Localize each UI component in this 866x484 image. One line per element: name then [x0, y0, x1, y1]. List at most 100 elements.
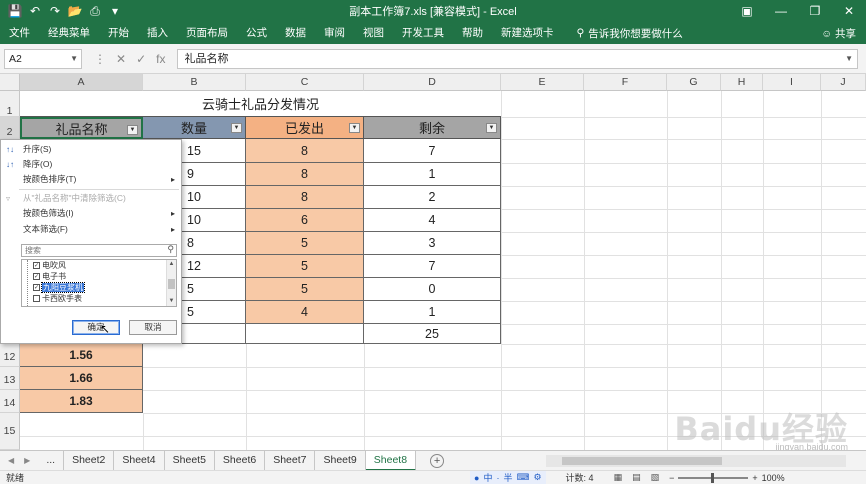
filter-dropdown-icon[interactable]: ▼ [127, 125, 138, 135]
clear-filter-item[interactable]: ▿ 从"礼品名称"中清除筛选(C) [1, 191, 181, 206]
page-break-view-icon[interactable]: ▧ [651, 472, 660, 483]
a-value-cell[interactable]: 1.83 [20, 390, 143, 413]
sheet-title-cell[interactable]: 云骑士礼品分发情况 [20, 91, 501, 117]
sheet-tab-sheet6[interactable]: Sheet6 [215, 450, 266, 471]
column-header-i[interactable]: I [763, 74, 821, 91]
remaining-total-cell[interactable]: 25 [364, 324, 501, 344]
checkbox-checked-icon[interactable]: ✓ [33, 284, 40, 291]
a-value-cell[interactable]: 1.66 [20, 367, 143, 390]
row-header-13[interactable]: 13 [0, 367, 20, 390]
select-all-corner[interactable] [0, 74, 20, 91]
sent-cell[interactable]: 6 [246, 209, 364, 232]
tab-review[interactable]: 审阅 [315, 22, 354, 44]
open-icon[interactable]: 📂 [66, 2, 84, 20]
page-layout-view-icon[interactable]: ▤ [632, 472, 641, 483]
formula-input[interactable]: 礼品名称 ▼ [177, 48, 858, 69]
sheet-tab-sheet2[interactable]: Sheet2 [64, 450, 115, 471]
column-header-e[interactable]: E [501, 74, 584, 91]
name-box[interactable]: A2 ▼ [4, 48, 82, 69]
checkbox-unchecked-icon[interactable] [33, 295, 40, 302]
ime-settings-icon[interactable]: ⚙ [533, 472, 541, 483]
checkbox-checked-icon[interactable]: ✓ [33, 262, 40, 269]
undo-icon[interactable]: ↶ [26, 2, 44, 20]
tab-page-layout[interactable]: 页面布局 [177, 22, 237, 44]
sent-cell[interactable]: 8 [246, 186, 364, 209]
column-header-c[interactable]: C [246, 74, 364, 91]
sheet-tab-sheet5[interactable]: Sheet5 [165, 450, 215, 471]
insert-function-icon[interactable]: fx [156, 52, 165, 66]
ok-button[interactable]: 确定 [72, 320, 120, 335]
add-sheet-icon[interactable]: + [430, 453, 445, 468]
tab-data[interactable]: 数据 [276, 22, 315, 44]
sent-cell[interactable]: 5 [246, 278, 364, 301]
filter-dropdown-icon[interactable]: ▼ [486, 123, 497, 133]
filter-search-input[interactable]: 搜索 ⚲ [21, 244, 177, 257]
horizontal-scrollbar[interactable] [546, 454, 846, 467]
zoom-slider[interactable] [678, 472, 749, 483]
sheet-prev-icon[interactable]: ◀ [8, 456, 14, 465]
sent-cell[interactable]: 8 [246, 163, 364, 186]
sheet-tab-sheet7[interactable]: Sheet7 [265, 450, 316, 471]
ribbon-display-icon[interactable]: ▣ [730, 0, 764, 22]
tell-me-search[interactable]: ⚲ 告诉我你想要做什么 [563, 26, 683, 41]
cancel-icon[interactable]: ✕ [116, 52, 126, 66]
restore-icon[interactable]: ❐ [798, 0, 832, 22]
remaining-cell[interactable]: 2 [364, 186, 501, 209]
zoom-out-icon[interactable]: − [669, 473, 674, 483]
enter-icon[interactable]: ✓ [136, 52, 146, 66]
customize-icon[interactable]: ▾ [106, 2, 124, 20]
filter-dropdown-icon[interactable]: ▼ [349, 123, 360, 133]
tab-classic-menu[interactable]: 经典菜单 [39, 22, 99, 44]
cancel-button[interactable]: 取消 [129, 320, 177, 335]
column-header-j[interactable]: J [821, 74, 866, 91]
sheet-tab-sheet4[interactable]: Sheet4 [114, 450, 165, 471]
minimize-icon[interactable]: — [764, 0, 798, 22]
sent-total-cell[interactable] [246, 324, 364, 344]
sort-descending-item[interactable]: ↓↑ 降序(O) [1, 157, 181, 172]
ime-punct[interactable]: · [496, 473, 499, 483]
sheet-tab-more[interactable]: ... [38, 450, 65, 471]
header-sent[interactable]: 已发出 ▼ [246, 117, 364, 139]
row-header-14[interactable]: 14 [0, 390, 20, 413]
sort-ascending-item[interactable]: ↑↓ 升序(S) [1, 142, 181, 157]
tab-insert[interactable]: 插入 [138, 22, 177, 44]
sent-cell[interactable]: 5 [246, 232, 364, 255]
expand-formula-icon[interactable]: ▼ [845, 50, 853, 68]
zoom-in-icon[interactable]: + [752, 473, 757, 483]
remaining-cell[interactable]: 4 [364, 209, 501, 232]
filter-value-item[interactable]: ✓ 电子书 [22, 271, 176, 282]
redo-icon[interactable]: ↷ [46, 2, 64, 20]
chevron-down-icon[interactable]: ▼ [70, 50, 78, 68]
checkbox-checked-icon[interactable]: ✓ [33, 273, 40, 280]
sheet-next-icon[interactable]: ▶ [24, 456, 30, 465]
ime-width[interactable]: 半 [503, 471, 512, 484]
a-value-cell[interactable]: 1.56 [20, 344, 143, 367]
share-button[interactable]: ☺ 共享 [821, 26, 866, 41]
column-header-f[interactable]: F [584, 74, 667, 91]
scroll-down-icon[interactable]: ▼ [167, 297, 176, 306]
sent-cell[interactable]: 8 [246, 139, 364, 163]
save-icon[interactable]: 💾 [6, 2, 24, 20]
scroll-thumb[interactable] [168, 279, 175, 289]
close-icon[interactable]: ✕ [832, 0, 866, 22]
sheet-tab-sheet9[interactable]: Sheet9 [315, 450, 366, 471]
ime-mode[interactable]: 中 [483, 471, 492, 484]
filter-value-item[interactable]: ✓ 电吹风 [22, 260, 176, 271]
header-remaining[interactable]: 剩余 ▼ [364, 117, 501, 139]
filter-value-item[interactable]: 卡西欧手表 [22, 293, 176, 304]
sent-cell[interactable]: 4 [246, 301, 364, 324]
tab-view[interactable]: 视图 [354, 22, 393, 44]
horizontal-scroll-thumb[interactable] [562, 456, 722, 465]
zoom-level[interactable]: 100% [762, 473, 785, 483]
sheet-tab-sheet8-active[interactable]: Sheet8 [365, 450, 417, 471]
column-header-a[interactable]: A [20, 74, 143, 91]
remaining-cell[interactable]: 3 [364, 232, 501, 255]
column-header-b[interactable]: B [143, 74, 246, 91]
tab-help[interactable]: 帮助 [453, 22, 492, 44]
remaining-cell[interactable]: 7 [364, 139, 501, 163]
remaining-cell[interactable]: 1 [364, 301, 501, 324]
remaining-cell[interactable]: 0 [364, 278, 501, 301]
column-header-g[interactable]: G [667, 74, 721, 91]
tab-home[interactable]: 开始 [99, 22, 138, 44]
tab-formulas[interactable]: 公式 [237, 22, 276, 44]
